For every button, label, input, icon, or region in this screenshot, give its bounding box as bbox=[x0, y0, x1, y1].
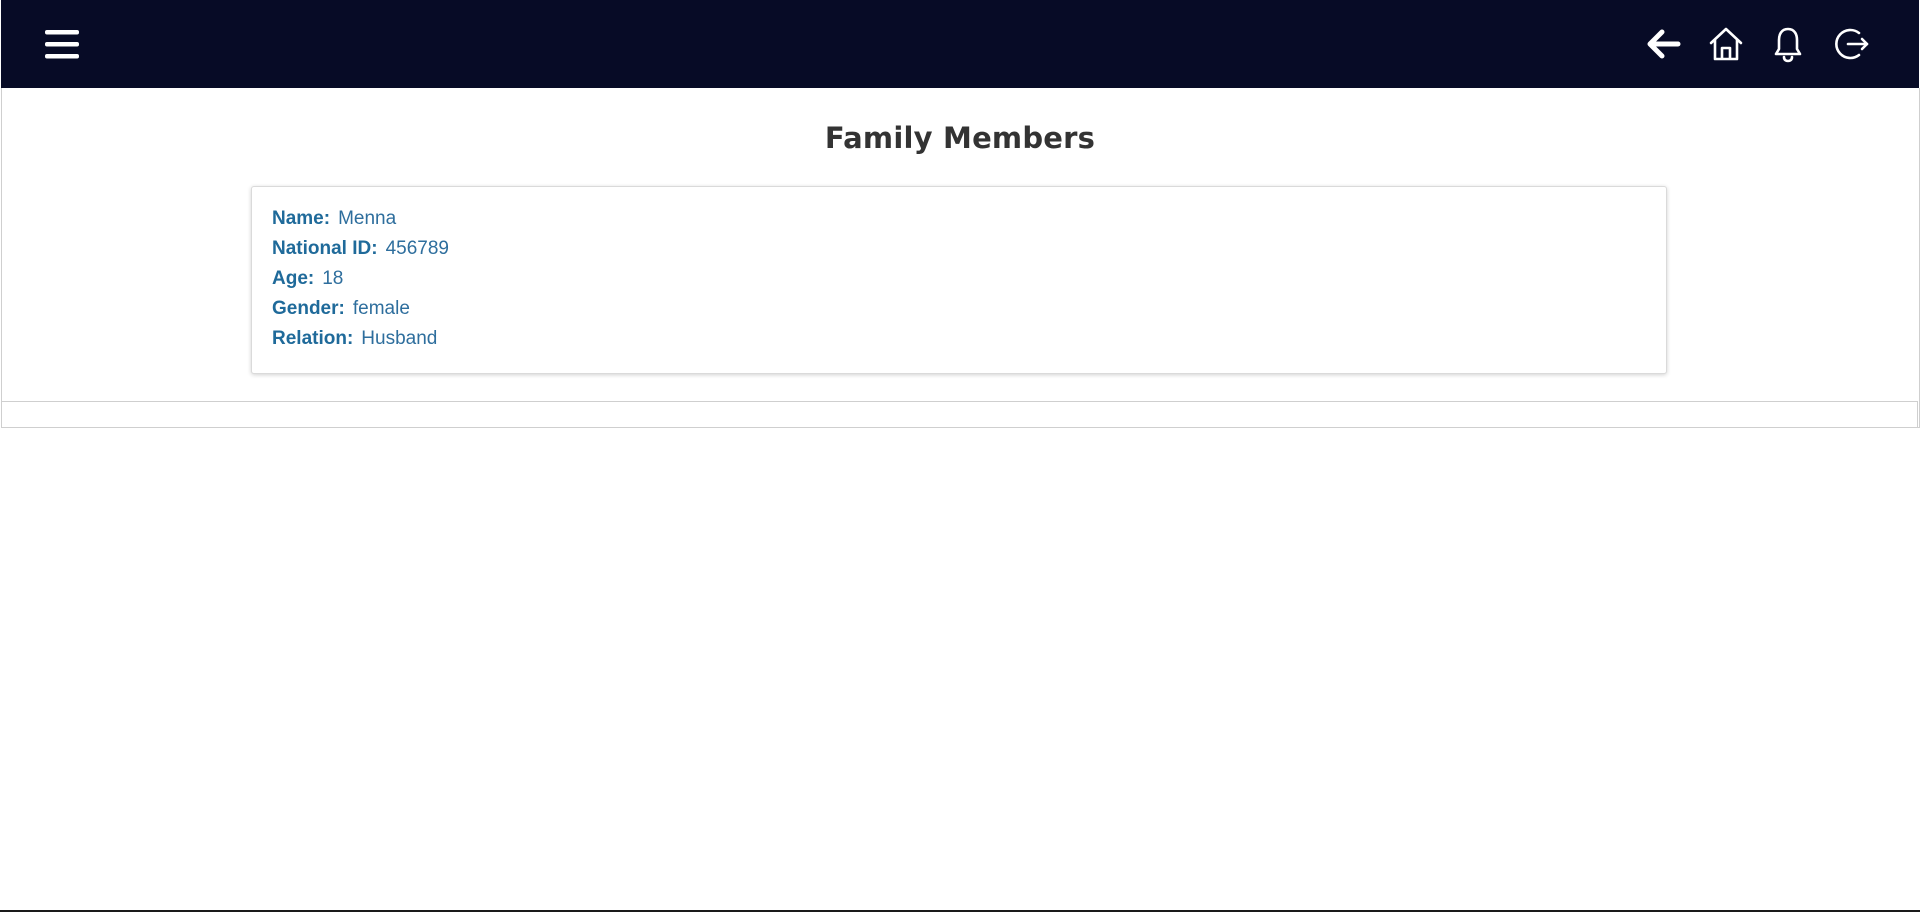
age-label: Age: bbox=[272, 268, 315, 289]
member-name-row: Name: Menna bbox=[272, 209, 449, 239]
family-member-card: Name: Menna National ID: 456789 Age: 18 Gen… bbox=[251, 186, 1667, 374]
name-value: Menna bbox=[338, 208, 397, 229]
page: Family Members Name: Menna National ID: 45… bbox=[0, 0, 1920, 912]
hamburger-menu-icon[interactable] bbox=[43, 27, 81, 61]
member-relation-row: Relation: Husband bbox=[272, 329, 449, 359]
bell-icon[interactable] bbox=[1768, 24, 1808, 64]
home-icon[interactable] bbox=[1706, 24, 1746, 64]
member-national-id-row: National ID: 456789 bbox=[272, 239, 449, 269]
member-details: Name: Menna National ID: 456789 Age: 18 Gen… bbox=[272, 209, 449, 359]
national-id-label: National ID: bbox=[272, 238, 378, 259]
member-gender-row: Gender: female bbox=[272, 299, 449, 329]
national-id-value: 456789 bbox=[385, 238, 449, 259]
footer-divider bbox=[1, 401, 1918, 427]
gender-label: Gender: bbox=[272, 298, 345, 319]
member-age-row: Age: 18 bbox=[272, 269, 449, 299]
page-title: Family Members bbox=[824, 121, 1096, 155]
name-label: Name: bbox=[272, 208, 331, 229]
logout-icon[interactable] bbox=[1831, 24, 1871, 64]
relation-value: Husband bbox=[361, 328, 438, 349]
age-value: 18 bbox=[322, 268, 344, 289]
top-navigation-bar bbox=[1, 0, 1919, 88]
relation-label: Relation: bbox=[272, 328, 354, 349]
back-arrow-icon[interactable] bbox=[1643, 24, 1683, 64]
gender-value: female bbox=[352, 298, 410, 319]
